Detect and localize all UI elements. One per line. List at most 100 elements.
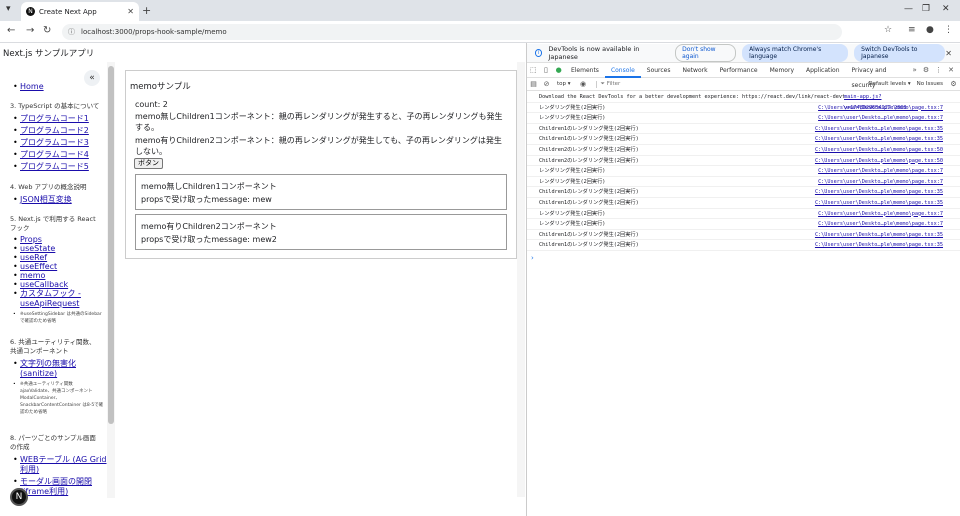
sidebar-heading: 4. Web アプリの概念説明 [10,183,87,191]
filter-placeholder: Filter [606,80,621,87]
tab-privacy[interactable]: Privacy and security [846,63,913,89]
console-source-link[interactable]: C:\Users\user\Deskto…ple\memo\page.tsx:3… [815,124,943,134]
context-select[interactable]: top ▾ [557,81,571,87]
console-source-link[interactable]: main-app.js?v=1748029634927:2303 [844,92,943,111]
profile-icon[interactable]: ● [926,25,934,35]
console-message-row: Children1のレンダリング発生(2回実行) C:\Users\user\De… [527,240,960,251]
switch-language-button[interactable]: Switch DevTools to Japanese [854,44,946,62]
console-prompt[interactable]: › [531,254,534,262]
console-message-row: Children1のレンダリング発生(2回実行) C:\Users\user\De… [527,134,960,145]
more-tabs-icon[interactable]: » [913,66,917,74]
reload-button[interactable]: ↻ [43,25,51,36]
console-source-link[interactable]: C:\Users\user\Deskto…ple\memo\page.tsx:7 [818,166,943,176]
console-source-link[interactable]: C:\Users\user\Deskto…ple\memo\page.tsx:3… [815,187,943,197]
dont-show-again-button[interactable]: Don't show again [675,44,737,62]
menu-icon[interactable]: ⋮ [944,25,953,35]
media-icon[interactable]: ≡ [908,25,916,35]
console-message-row: レンダリング発生(2回実行) C:\Users\user\Deskto…ple\m… [527,103,960,114]
back-button[interactable]: ← [7,25,15,36]
settings-gear-icon[interactable]: ⚙ [923,66,929,74]
sidebar-heading: 6. 共通ユーティリティ関数、共通コンポーネント [10,338,96,355]
device-toolbar-icon[interactable]: ▯ [540,66,553,74]
sidebar-item[interactable]: プログラムコード2 [0,126,108,136]
infobar-message: DevTools is now available in Japanese [548,45,640,61]
console-source-link[interactable]: C:\Users\user\Deskto…ple\memo\page.tsx:3… [815,230,943,240]
app-title: Next.js サンプルアプリ [3,49,95,59]
forward-button[interactable]: → [26,25,34,36]
tab-title: Create Next App [39,7,97,16]
console-message-text: レンダリング発生(2回実行) [539,168,606,175]
console-message-text: Children1のレンダリング発生(2回実行) [539,231,639,238]
bookmark-star-icon[interactable]: ☆ [884,25,892,35]
sidebar-item[interactable]: プログラムコード1 [0,114,108,124]
sidebar-item[interactable]: プログラムコード5 [0,162,108,172]
console-message-row: レンダリング発生(2回実行) C:\Users\user\Deskto…ple\m… [527,177,960,188]
console-source-link[interactable]: C:\Users\user\Deskto…ple\memo\page.tsx:7 [818,177,943,187]
children2-box: memo有りChildren2コンポーネント propsで受け取ったmessag… [135,214,507,250]
match-language-button[interactable]: Always match Chrome's language [742,44,849,62]
browser-tab[interactable]: N Create Next App ✕ [21,2,139,21]
sidebar-item[interactable]: カスタムフック - useApiRequest [0,289,108,309]
issues-counter[interactable]: No Issues [917,81,947,87]
sidebar-item-home[interactable]: Home [0,82,108,92]
address-bar[interactable]: ⓘ localhost:3000/props-hook-sample/memo [62,24,842,40]
extension-icon[interactable]: ● [552,66,565,74]
inspect-element-icon[interactable]: ⬚ [527,66,540,74]
devtools-menu-icon[interactable]: ⋮ [935,66,942,74]
console-source-link[interactable]: C:\Users\user\Deskto…ple\memo\page.tsx:3… [815,134,943,144]
console-source-link[interactable]: C:\Users\user\Deskto…ple\memo\page.tsx:5… [815,156,943,166]
children1-title: memo無しChildren1コンポーネント [141,182,277,191]
minimize-icon[interactable]: — [904,4,913,14]
main-scrollbar-track[interactable] [517,62,525,497]
close-devtools-icon[interactable]: ✕ [948,66,954,74]
tab-application[interactable]: Application [800,63,846,78]
console-toolbar: ▤ ⊘ top ▾ ◉ ⏷ Filter Default levels ▾ No… [527,78,960,91]
sidebar-item[interactable]: WEBテーブル (AG Grid利用) [0,455,108,475]
console-message-text: レンダリング発生(2回実行) [539,221,606,228]
console-message-text: レンダリング発生(2回実行) [539,115,606,122]
nextjs-dev-indicator-icon[interactable]: N [10,488,28,506]
console-message-text: Children1のレンダリング発生(2回実行) [539,125,639,132]
console-message-text: Children2のレンダリング発生(2回実行) [539,157,639,164]
console-source-link[interactable]: C:\Users\user\Deskto…ple\memo\page.tsx:3… [815,240,943,250]
tab-sources[interactable]: Sources [641,63,677,78]
sidebar-toggle-icon[interactable]: ▤ [527,80,540,88]
site-info-icon[interactable]: ⓘ [68,27,75,37]
sidebar-item[interactable]: プログラムコード3 [0,138,108,148]
console-source-link[interactable]: C:\Users\user\Deskto…ple\memo\page.tsx:7 [818,103,943,113]
increment-button[interactable]: ボタン [134,158,163,169]
console-message-row: Children2のレンダリング発生(2回実行) C:\Users\user\De… [527,145,960,156]
tab-performance[interactable]: Performance [714,63,764,78]
close-tab-icon[interactable]: ✕ [127,7,134,16]
console-source-link[interactable]: C:\Users\user\Deskto…ple\memo\page.tsx:7 [818,209,943,219]
console-filter-input[interactable]: ⏷ Filter [595,80,836,88]
url-text: localhost:3000/props-hook-sample/memo [81,28,227,36]
devtools-tabs: ⬚ ▯ ● Elements Console Sources Network P… [527,63,960,89]
sidebar-item[interactable]: JSON相互変換 [0,195,108,205]
console-source-link[interactable]: C:\Users\user\Deskto…ple\memo\page.tsx:5… [815,145,943,155]
tab-console[interactable]: Console [604,63,641,78]
sidebar-heading: 8. パーツごとのサンプル画面の作成 [10,434,96,451]
console-source-link[interactable]: C:\Users\user\Deskto…ple\memo\page.tsx:7 [818,113,943,123]
sidebar-item[interactable]: 文字列の無害化 (sanitize) [0,359,108,379]
console-source-link[interactable]: C:\Users\user\Deskto…ple\memo\page.tsx:3… [815,198,943,208]
description-children1: memo無しChildren1コンポーネント：親の再レンダリングが発生すると、子… [135,112,503,132]
close-window-icon[interactable]: ✕ [942,4,950,14]
restore-icon[interactable]: ❐ [922,4,930,14]
console-message-row: Children1のレンダリング発生(2回実行) C:\Users\user\De… [527,230,960,241]
live-expression-eye-icon[interactable]: ◉ [577,80,590,88]
console-message-text: Children1のレンダリング発生(2回実行) [539,242,639,249]
description-children2: memo有りChildren2コンポーネント：親の再レンダリングが発生しても、子… [135,136,502,156]
close-infobar-icon[interactable]: ✕ [945,49,952,58]
console-settings-icon[interactable]: ⚙ [947,80,960,88]
new-tab-button[interactable]: + [142,4,151,17]
log-levels-select[interactable]: Default levels ▾ [868,81,916,87]
sidebar-heading: 5. Next.js で利用する React フック [10,215,96,232]
clear-console-icon[interactable]: ⊘ [540,80,553,88]
tab-search-icon[interactable]: ▾ [6,4,11,14]
sidebar-item[interactable]: プログラムコード4 [0,150,108,160]
console-source-link[interactable]: C:\Users\user\Deskto…ple\memo\page.tsx:7 [818,219,943,229]
tab-elements[interactable]: Elements [565,63,605,78]
tab-network[interactable]: Network [677,63,714,78]
tab-memory[interactable]: Memory [764,63,800,78]
